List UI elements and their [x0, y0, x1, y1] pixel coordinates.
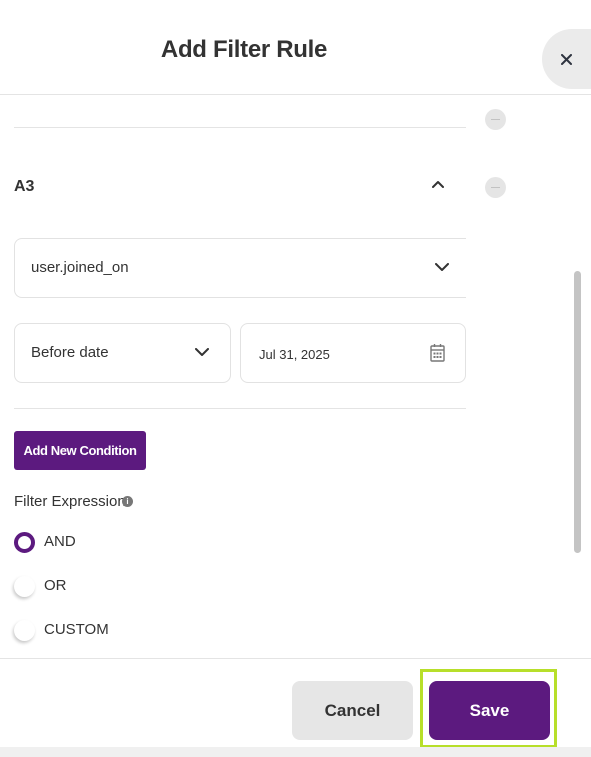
- operator-select[interactable]: Before date: [14, 323, 231, 383]
- rule-row-a2[interactable]: A2: [14, 96, 466, 128]
- operator-value: Before date: [31, 344, 109, 361]
- chevron-up-icon[interactable]: [432, 180, 444, 188]
- date-picker-field[interactable]: Jul 31, 2025: [240, 323, 466, 383]
- rule-label-a3: A3: [14, 178, 35, 195]
- radio-and[interactable]: AND: [14, 530, 214, 558]
- attribute-select[interactable]: user.joined_on: [14, 238, 466, 298]
- filter-expression-label: Filter Expression: [14, 493, 126, 510]
- date-value: Jul 31, 2025: [259, 347, 330, 362]
- save-button[interactable]: Save: [429, 681, 550, 740]
- radio-label-or: OR: [44, 577, 67, 594]
- save-button-highlight: Save: [420, 669, 557, 748]
- dialog-title: Add Filter Rule: [160, 36, 328, 63]
- add-new-condition-button[interactable]: Add New Condition: [14, 431, 146, 470]
- radio-circle-checked[interactable]: [14, 532, 35, 553]
- attribute-value: user.joined_on: [31, 259, 129, 276]
- info-icon[interactable]: i: [122, 496, 133, 507]
- add-filter-rule-dialog: Add Filter Rule A2 A3 user.joined_on: [0, 0, 591, 757]
- remove-rule-a3-button[interactable]: [485, 177, 506, 198]
- dialog-header: Add Filter Rule: [0, 0, 591, 95]
- remove-rule-a2-button[interactable]: [485, 109, 506, 130]
- chevron-down-icon: [435, 263, 449, 271]
- radio-label-custom: CUSTOM: [44, 621, 109, 638]
- dialog-footer: Cancel Save: [0, 658, 591, 748]
- radio-circle-unchecked[interactable]: [14, 576, 35, 597]
- close-icon: [561, 53, 572, 65]
- radio-custom[interactable]: CUSTOM: [14, 618, 214, 646]
- radio-label-and: AND: [44, 533, 76, 550]
- dialog-body: A2 A3 user.joined_on Before date: [0, 96, 591, 658]
- bottom-strip: [0, 747, 591, 757]
- chevron-down-icon: [195, 348, 209, 356]
- scrollbar-thumb[interactable]: [574, 271, 581, 553]
- close-button[interactable]: [542, 29, 591, 89]
- calendar-icon[interactable]: [430, 343, 445, 362]
- rule-row-a3[interactable]: A3: [14, 158, 466, 220]
- radio-or[interactable]: OR: [14, 574, 214, 602]
- radio-circle-unchecked[interactable]: [14, 620, 35, 641]
- cancel-button[interactable]: Cancel: [292, 681, 413, 740]
- section-divider: [14, 408, 466, 409]
